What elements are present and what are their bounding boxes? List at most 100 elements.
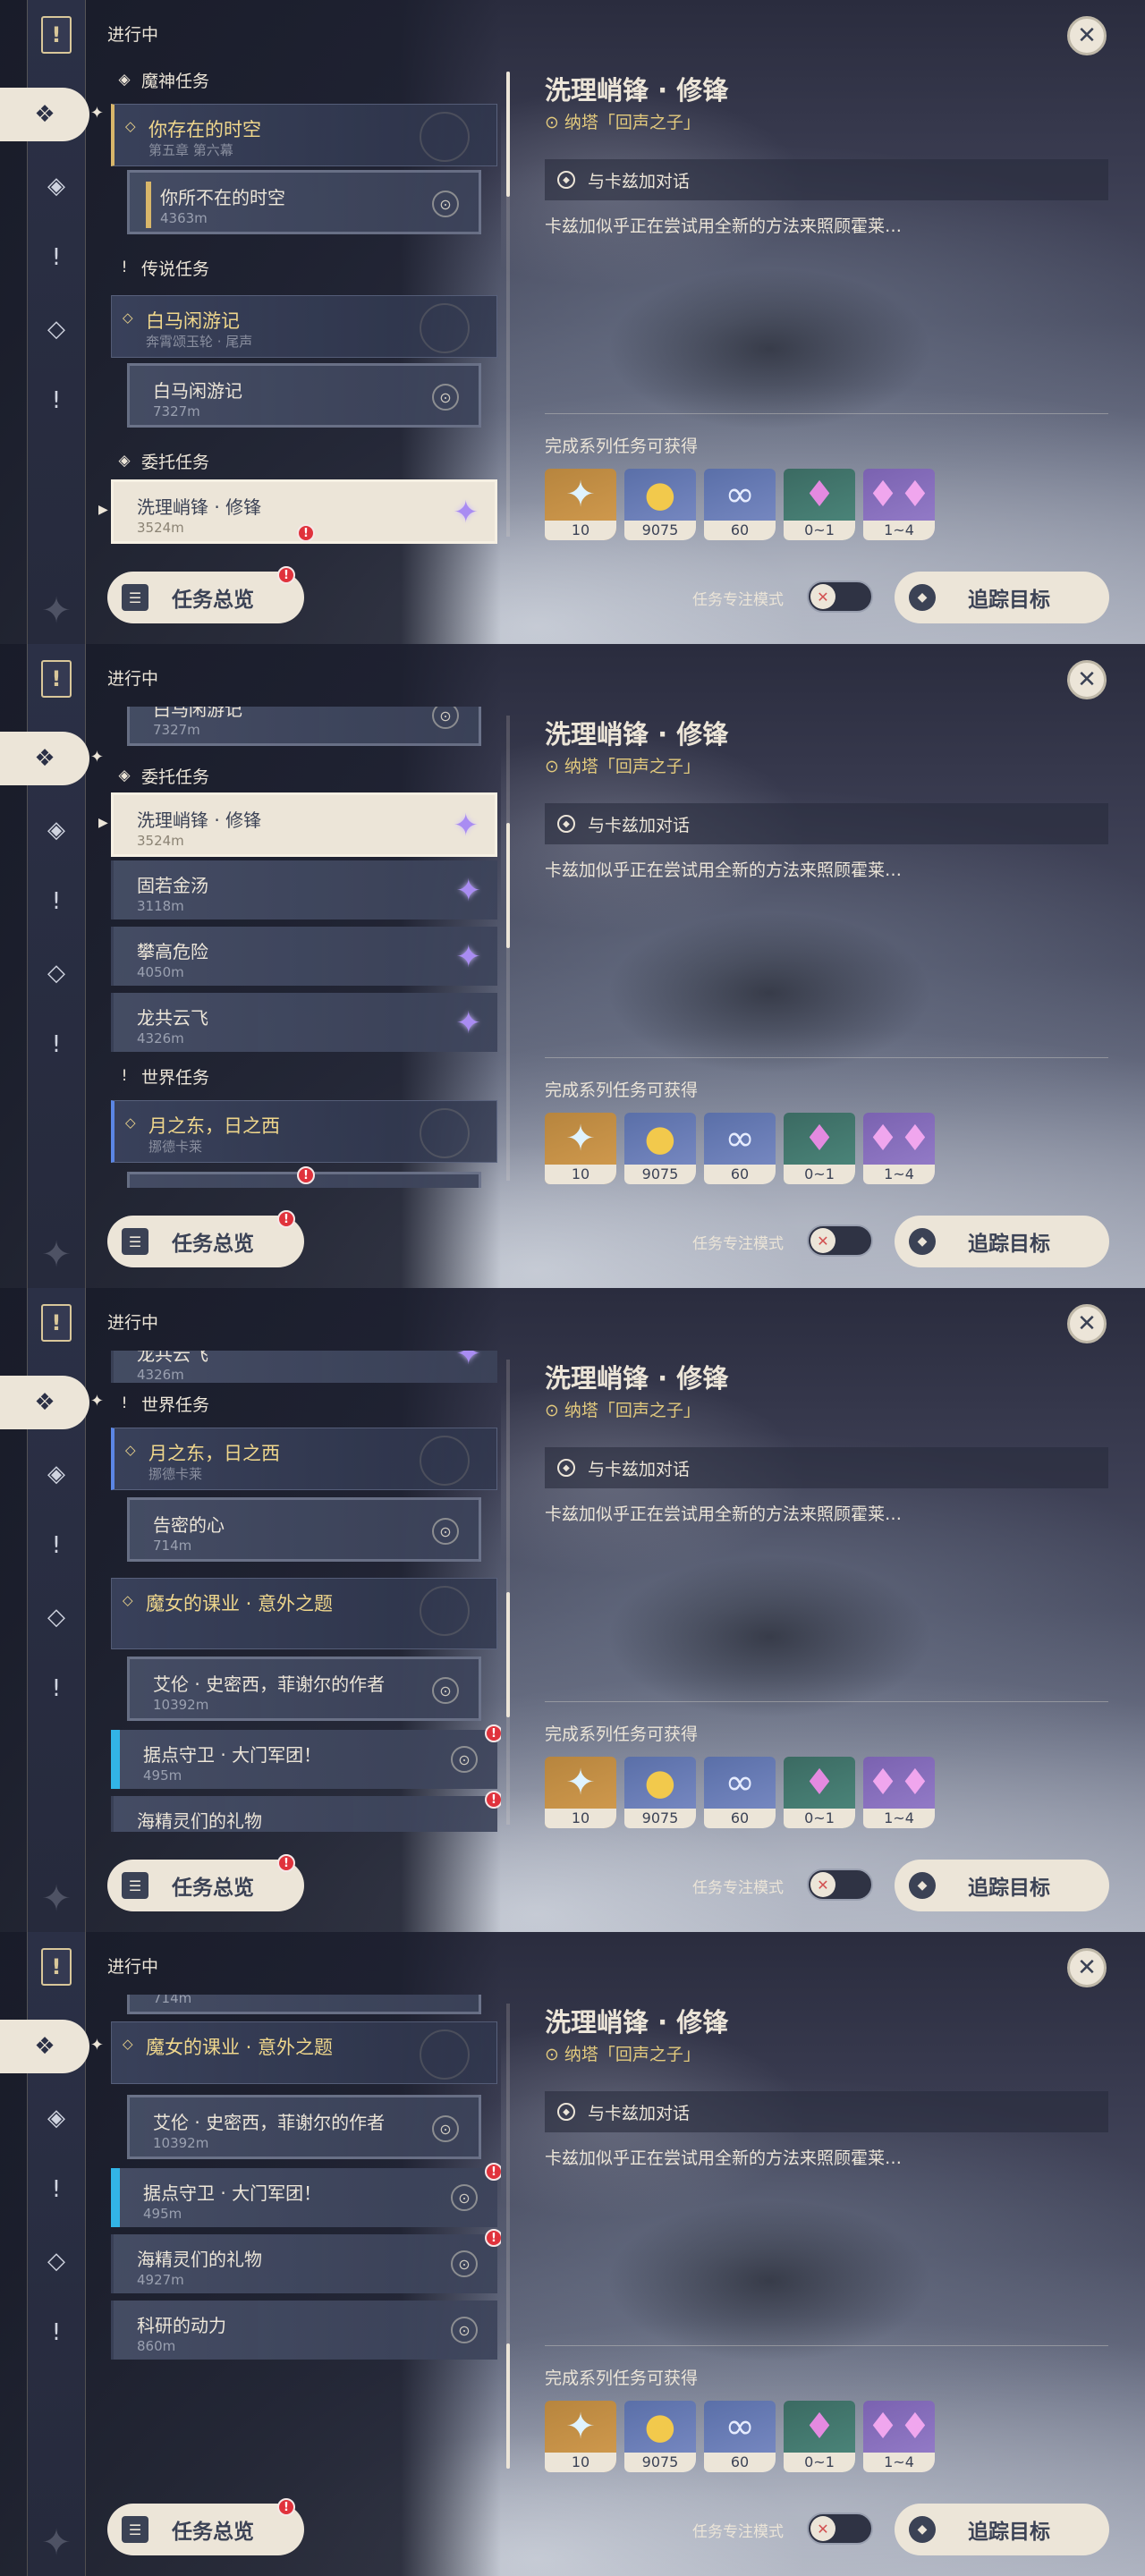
quest-item[interactable]: 海精灵们的礼物 [111,1796,497,1832]
quest-overview-button[interactable]: ☰ 任务总览! [107,2498,304,2555]
quest-item[interactable]: 龙共云飞 4326m ✦ [111,993,497,1052]
quest-item[interactable]: 艾伦 · 史密西，菲谢尔的作者 10392m ⊙ [127,2095,481,2159]
sidebar-item-commission[interactable]: ◇ [27,948,86,998]
focus-mode-toggle[interactable]: ✕ [807,1224,873,1257]
focus-mode-toggle[interactable]: ✕ [807,1868,873,1901]
reward-adventure-exp[interactable]: ∞ 60 [704,2401,776,2472]
reward-primogem[interactable]: ✦ 10 [545,1113,616,1184]
quest-item[interactable]: 龙共云飞 4326m ✦ [111,1351,497,1383]
quest-chain-world-2[interactable]: ◇ 魔女的课业 · 意外之题 [111,1578,497,1649]
reward-crystal[interactable]: ♦ 0~1 [784,2401,855,2472]
close-button[interactable]: ✕ [1067,1304,1107,1343]
track-target-button[interactable]: ◆ 追踪目标 [895,2504,1109,2555]
sidebar-item-world[interactable]: ! [27,1664,86,1714]
quest-item[interactable]: 据点守卫 · 大门军团！ 495m ⊙ [111,1730,497,1789]
sidebar-item-legend[interactable]: ! [27,877,86,927]
location-pin-icon[interactable]: ⊙ [451,2184,478,2211]
focus-mode-toggle[interactable]: ✕ [807,580,873,613]
sidebar-item-commission[interactable]: ◇ [27,1592,86,1642]
location-pin-icon[interactable]: ⊙ [451,2317,478,2343]
quest-item[interactable]: 白马闲游记 7327m ⊙ [127,363,481,428]
reward-adventure-exp[interactable]: ∞ 60 [704,469,776,540]
sidebar-item-legend[interactable]: ! [27,2165,86,2215]
reward-primogem[interactable]: ✦ 10 [545,1757,616,1828]
quest-item-selected[interactable]: 洗理峭锋 · 修锋 3524m ✦ [111,792,497,857]
quest-list-scrollbar[interactable] [506,2004,510,2469]
reward-crystal[interactable]: ♦ 0~1 [784,469,855,540]
reward-mora[interactable]: ● 9075 [624,2401,696,2472]
quest-item[interactable]: 你所不在的时空 4363m ⊙ [127,170,481,234]
quest-list-scrollbar[interactable] [506,716,510,1181]
quest-overview-button[interactable]: ☰ 任务总览! [107,566,304,623]
reward-primogem[interactable]: ✦ 10 [545,2401,616,2472]
scroll-thumb[interactable] [506,72,510,197]
sidebar-item-world[interactable]: ! [27,2308,86,2358]
sidebar-item-all[interactable]: ❖ ✦ [0,88,104,141]
reward-primogem[interactable]: ✦ 10 [545,469,616,540]
sidebar-item-world[interactable]: ! [27,376,86,426]
quest-item[interactable]: 艾伦 · 史密西，菲谢尔的作者 10392m ⊙ [127,1657,481,1721]
quest-item[interactable]: 攀高危险 4050m ✦ [111,927,497,986]
sidebar-item-world[interactable]: ! [27,1020,86,1070]
quest-item[interactable]: 告密的心 714m ⊙ [127,1497,481,1562]
scroll-thumb[interactable] [506,2343,510,2469]
sidebar-item-archon[interactable]: ◈ [27,161,86,211]
sidebar-item-all[interactable]: ❖ ✦ [0,732,104,785]
quest-item[interactable]: 海精灵们的礼物 4927m ⊙ [111,2234,497,2293]
close-button[interactable]: ✕ [1067,1948,1107,1987]
quest-chain-world[interactable]: ◇ 月之东，日之西 挪德卡莱 [111,1428,497,1490]
reward-crystal[interactable]: ♦ 0~1 [784,1113,855,1184]
divider [545,1701,1108,1702]
sidebar-item-archon[interactable]: ◈ [27,805,86,855]
track-target-button[interactable]: ◆ 追踪目标 [895,572,1109,623]
sidebar-item-commission[interactable]: ◇ [27,304,86,354]
reward-adventure-exp[interactable]: ∞ 60 [704,1757,776,1828]
quest-chain-archon[interactable]: ◇ 你存在的时空 第五章 第六幕 [111,104,497,166]
location-pin-icon[interactable]: ⊙ [432,191,459,217]
quest-chain-world[interactable]: ◇ 月之东，日之西 挪德卡莱 [111,1100,497,1163]
track-target-button[interactable]: ◆ 追踪目标 [895,1860,1109,1911]
reward-mora[interactable]: ● 9075 [624,1757,696,1828]
quest-list-scrollbar[interactable] [506,72,510,537]
reward-crystal-cluster[interactable]: ♦♦ 1~4 [863,1757,935,1828]
location-pin-icon[interactable]: ⊙ [432,1677,459,1704]
quest-item[interactable]: 据点守卫 · 大门军团！ 495m ⊙ [111,2168,497,2227]
track-icon: ◆ [909,1872,936,1899]
quest-chain-world-2[interactable]: ◇ 魔女的课业 · 意外之题 [111,2021,497,2084]
quest-item[interactable]: 科研的动力 860m ⊙ [111,2301,497,2360]
quest-overview-button[interactable]: ☰ 任务总览! [107,1854,304,1911]
reward-mora[interactable]: ● 9075 [624,469,696,540]
track-target-button[interactable]: ◆ 追踪目标 [895,1216,1109,1267]
sidebar-item-legend[interactable]: ! [27,233,86,283]
close-button[interactable]: ✕ [1067,660,1107,699]
sidebar-item-commission[interactable]: ◇ [27,2236,86,2286]
quest-item[interactable]: 白马闲游记 7327m ⊙ [127,707,481,746]
location-pin-icon[interactable]: ⊙ [432,707,459,729]
sidebar-item-all[interactable]: ❖ ✦ [0,2020,104,2073]
reward-adventure-exp[interactable]: ∞ 60 [704,1113,776,1184]
focus-mode-toggle[interactable]: ✕ [807,2512,873,2545]
scroll-thumb[interactable] [506,823,510,948]
location-pin-icon[interactable]: ⊙ [432,384,459,411]
location-pin-icon[interactable]: ⊙ [432,1518,459,1545]
quest-chain-legend[interactable]: ◇ 白马闲游记 奔霄颂玉轮 · 尾声 [111,295,497,358]
quest-item[interactable]: 固若金汤 3118m ✦ [111,860,497,919]
location-pin-icon[interactable]: ⊙ [451,1746,478,1773]
quest-item[interactable]: 714m [127,1995,481,2014]
sidebar-item-archon[interactable]: ◈ [27,2093,86,2143]
sidebar-item-legend[interactable]: ! [27,1521,86,1571]
reward-mora[interactable]: ● 9075 [624,1113,696,1184]
quest-overview-button[interactable]: ☰ 任务总览! [107,1210,304,1267]
reward-crystal[interactable]: ♦ 0~1 [784,1757,855,1828]
scroll-thumb[interactable] [506,1592,510,1717]
sidebar-item-archon[interactable]: ◈ [27,1449,86,1499]
sidebar-decoration-icon: ✦ [41,1234,72,1275]
location-pin-icon[interactable]: ⊙ [432,2115,459,2142]
reward-crystal-cluster[interactable]: ♦♦ 1~4 [863,469,935,540]
quest-list-scrollbar[interactable] [506,1360,510,1825]
reward-crystal-cluster[interactable]: ♦♦ 1~4 [863,1113,935,1184]
close-button[interactable]: ✕ [1067,16,1107,55]
reward-crystal-cluster[interactable]: ♦♦ 1~4 [863,2401,935,2472]
location-pin-icon[interactable]: ⊙ [451,2250,478,2277]
sidebar-item-all[interactable]: ❖ ✦ [0,1376,104,1429]
